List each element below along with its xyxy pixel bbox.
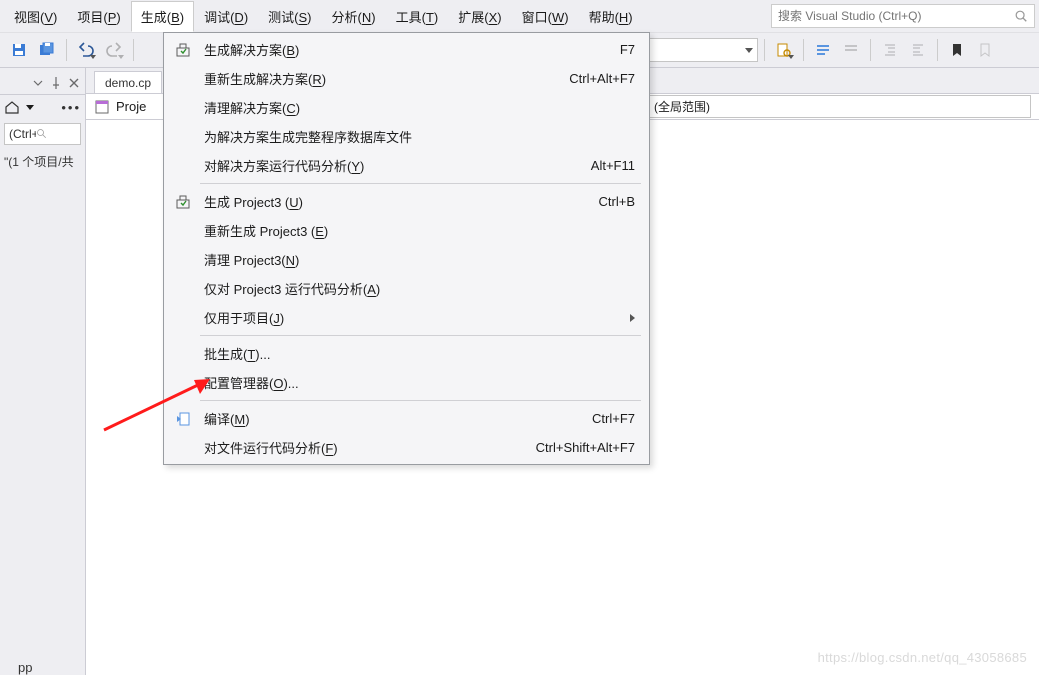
menu-shortcut: Ctrl+F7 — [592, 411, 635, 426]
find-in-files-button[interactable] — [771, 37, 797, 63]
menu-item[interactable]: 重新生成 Project3 (E) — [164, 216, 649, 245]
toolbar-separator — [803, 39, 804, 61]
uncomment-button[interactable] — [838, 37, 864, 63]
menu-item[interactable]: 生成解决方案(B)F7 — [164, 35, 649, 64]
solution-summary: "(1 个项目/共 — [0, 149, 85, 170]
undo-button[interactable] — [73, 37, 99, 63]
search-text: (Ctrl+ — [9, 127, 36, 141]
menu-analyze[interactable]: 分析(N) — [322, 1, 386, 32]
chevron-down-icon — [26, 105, 34, 110]
menu-debug[interactable]: 调试(D) — [194, 1, 258, 32]
search-input[interactable] — [778, 9, 1014, 23]
menu-build[interactable]: 生成(B) — [131, 1, 194, 32]
save-button[interactable] — [6, 37, 32, 63]
build-menu-dropdown: 生成解决方案(B)F7重新生成解决方案(R)Ctrl+Alt+F7清理解决方案(… — [163, 32, 650, 465]
menu-item[interactable]: 重新生成解决方案(R)Ctrl+Alt+F7 — [164, 64, 649, 93]
menu-item-label: 仅对 Project3 运行代码分析(A) — [204, 279, 635, 298]
menu-separator — [200, 335, 641, 336]
menu-item[interactable]: 为解决方案生成完整程序数据库文件 — [164, 122, 649, 151]
menu-item-label: 重新生成 Project3 (E) — [204, 221, 635, 240]
quick-launch[interactable] — [771, 4, 1035, 28]
menubar: 视图(V) 项目(P) 生成(B) 调试(D) 测试(S) 分析(N) 工具(T… — [0, 0, 1039, 32]
menu-item-label: 批生成(T)... — [204, 344, 635, 363]
file-ext-label: pp — [18, 660, 32, 675]
chevron-down-icon — [745, 48, 753, 53]
menu-item-label: 生成 Project3 (U) — [204, 192, 599, 211]
menu-shortcut: Ctrl+Shift+Alt+F7 — [536, 440, 635, 455]
toolbar-separator — [764, 39, 765, 61]
menu-item[interactable]: 仅用于项目(J) — [164, 303, 649, 332]
scope-combo[interactable]: (全局范围) — [645, 95, 1031, 118]
menu-item-label: 配置管理器(O)... — [204, 373, 635, 392]
overflow-icon[interactable]: ••• — [61, 100, 81, 115]
panel-header — [0, 71, 85, 95]
menu-item[interactable]: 配置管理器(O)... — [164, 368, 649, 397]
document-tab[interactable]: demo.cp — [94, 71, 162, 93]
menu-test[interactable]: 测试(S) — [258, 1, 321, 32]
toolbar-separator — [937, 39, 938, 61]
menu-item-label: 清理 Project3(N) — [204, 250, 635, 269]
menu-item-label: 对解决方案运行代码分析(Y) — [204, 156, 591, 175]
pin-icon[interactable] — [49, 76, 63, 90]
menu-item-label: 编译(M) — [204, 409, 592, 428]
menu-item[interactable]: 清理解决方案(C) — [164, 93, 649, 122]
menu-project[interactable]: 项目(P) — [67, 1, 130, 32]
menu-item[interactable]: 生成 Project3 (U)Ctrl+B — [164, 187, 649, 216]
menu-shortcut: Ctrl+Alt+F7 — [569, 71, 635, 86]
compile-icon — [172, 411, 194, 427]
build-icon — [172, 42, 194, 58]
outdent-button[interactable] — [905, 37, 931, 63]
menu-item-label: 对文件运行代码分析(F) — [204, 438, 536, 457]
menu-item-label: 重新生成解决方案(R) — [204, 69, 569, 88]
menu-separator — [200, 183, 641, 184]
breadcrumb-project[interactable]: Proje — [116, 99, 146, 114]
menu-tools[interactable]: 工具(T) — [386, 1, 449, 32]
menu-item[interactable]: 编译(M)Ctrl+F7 — [164, 404, 649, 433]
solution-search[interactable]: (Ctrl+ — [4, 123, 81, 145]
menu-window[interactable]: 窗口(W) — [512, 1, 579, 32]
menu-item-label: 为解决方案生成完整程序数据库文件 — [204, 127, 635, 146]
menu-shortcut: Ctrl+B — [599, 194, 635, 209]
build-icon — [172, 194, 194, 210]
menu-item[interactable]: 仅对 Project3 运行代码分析(A) — [164, 274, 649, 303]
indent-button[interactable] — [877, 37, 903, 63]
toolbar-separator — [133, 39, 134, 61]
search-icon — [1014, 9, 1028, 23]
home-row[interactable]: ••• — [0, 95, 85, 119]
solution-explorer: ••• (Ctrl+ "(1 个项目/共 pp — [0, 68, 86, 675]
dropdown-icon[interactable] — [31, 76, 45, 90]
toolbar-separator — [870, 39, 871, 61]
menu-item-label: 仅用于项目(J) — [204, 308, 630, 327]
menu-shortcut: F7 — [620, 42, 635, 57]
menu-item-label: 生成解决方案(B) — [204, 40, 620, 59]
bookmark-clear-button[interactable] — [972, 37, 998, 63]
menu-item[interactable]: 对文件运行代码分析(F)Ctrl+Shift+Alt+F7 — [164, 433, 649, 462]
search-icon — [36, 128, 48, 140]
menu-item-label: 清理解决方案(C) — [204, 98, 635, 117]
bookmark-button[interactable] — [944, 37, 970, 63]
menu-item[interactable]: 对解决方案运行代码分析(Y)Alt+F11 — [164, 151, 649, 180]
watermark: https://blog.csdn.net/qq_43058685 — [818, 650, 1027, 665]
menu-help[interactable]: 帮助(H) — [579, 1, 643, 32]
home-icon — [4, 99, 20, 115]
save-all-button[interactable] — [34, 37, 60, 63]
menu-item[interactable]: 批生成(T)... — [164, 339, 649, 368]
close-icon[interactable] — [67, 76, 81, 90]
menu-item[interactable]: 清理 Project3(N) — [164, 245, 649, 274]
menu-extensions[interactable]: 扩展(X) — [448, 1, 511, 32]
project-icon — [94, 99, 110, 115]
comment-button[interactable] — [810, 37, 836, 63]
menu-view[interactable]: 视图(V) — [4, 1, 67, 32]
menu-shortcut: Alt+F11 — [591, 158, 635, 173]
menu-separator — [200, 400, 641, 401]
redo-button[interactable] — [101, 37, 127, 63]
toolbar-separator — [66, 39, 67, 61]
submenu-arrow-icon — [630, 314, 635, 322]
